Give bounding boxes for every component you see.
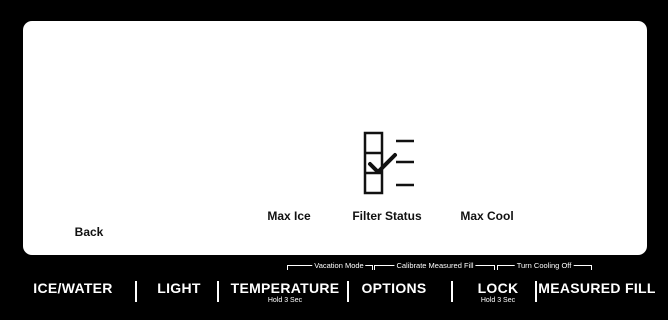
lock-button[interactable]: LOCK Hold 3 Sec	[478, 280, 519, 304]
lock-label: LOCK	[477, 280, 519, 296]
temperature-label: TEMPERATURE	[230, 280, 340, 296]
max-ice-label[interactable]: Max Ice	[267, 209, 310, 223]
filter-status-label[interactable]: Filter Status	[352, 209, 421, 223]
ice-water-button[interactable]: ICE/WATER	[33, 280, 112, 296]
button-divider	[347, 281, 349, 302]
hold-function-brackets: Vacation Mode Calibrate Measured Fill Tu…	[0, 258, 668, 272]
ice-water-label: ICE/WATER	[33, 280, 113, 296]
light-label: LIGHT	[157, 280, 201, 296]
light-button[interactable]: LIGHT	[157, 280, 201, 296]
temperature-hold-label: Hold 3 Sec	[267, 297, 303, 304]
back-label[interactable]: Back	[75, 225, 104, 239]
measured-fill-button[interactable]: MEASURED FILL	[538, 280, 655, 296]
button-divider	[451, 281, 453, 302]
turn-cooling-off-label: Turn Cooling Off	[514, 261, 574, 270]
control-button-row: ICE/WATER LIGHT TEMPERATURE Hold 3 Sec O…	[0, 276, 668, 312]
button-divider	[217, 281, 219, 302]
button-divider	[535, 281, 537, 302]
options-label: OPTIONS	[361, 280, 427, 296]
button-divider	[135, 281, 137, 302]
calibrate-fill-label: Calibrate Measured Fill	[394, 261, 476, 270]
vacation-mode-label: Vacation Mode	[312, 261, 366, 270]
display-screen: Back Max Ice Filter Status Max Cool	[23, 21, 647, 255]
max-cool-label[interactable]: Max Cool	[460, 209, 513, 223]
options-button[interactable]: OPTIONS	[361, 280, 426, 296]
lock-hold-label: Hold 3 Sec	[480, 297, 516, 304]
temperature-button[interactable]: TEMPERATURE Hold 3 Sec	[231, 280, 340, 304]
measured-fill-label: MEASURED FILL	[538, 280, 656, 296]
filter-status-icon	[363, 131, 414, 195]
